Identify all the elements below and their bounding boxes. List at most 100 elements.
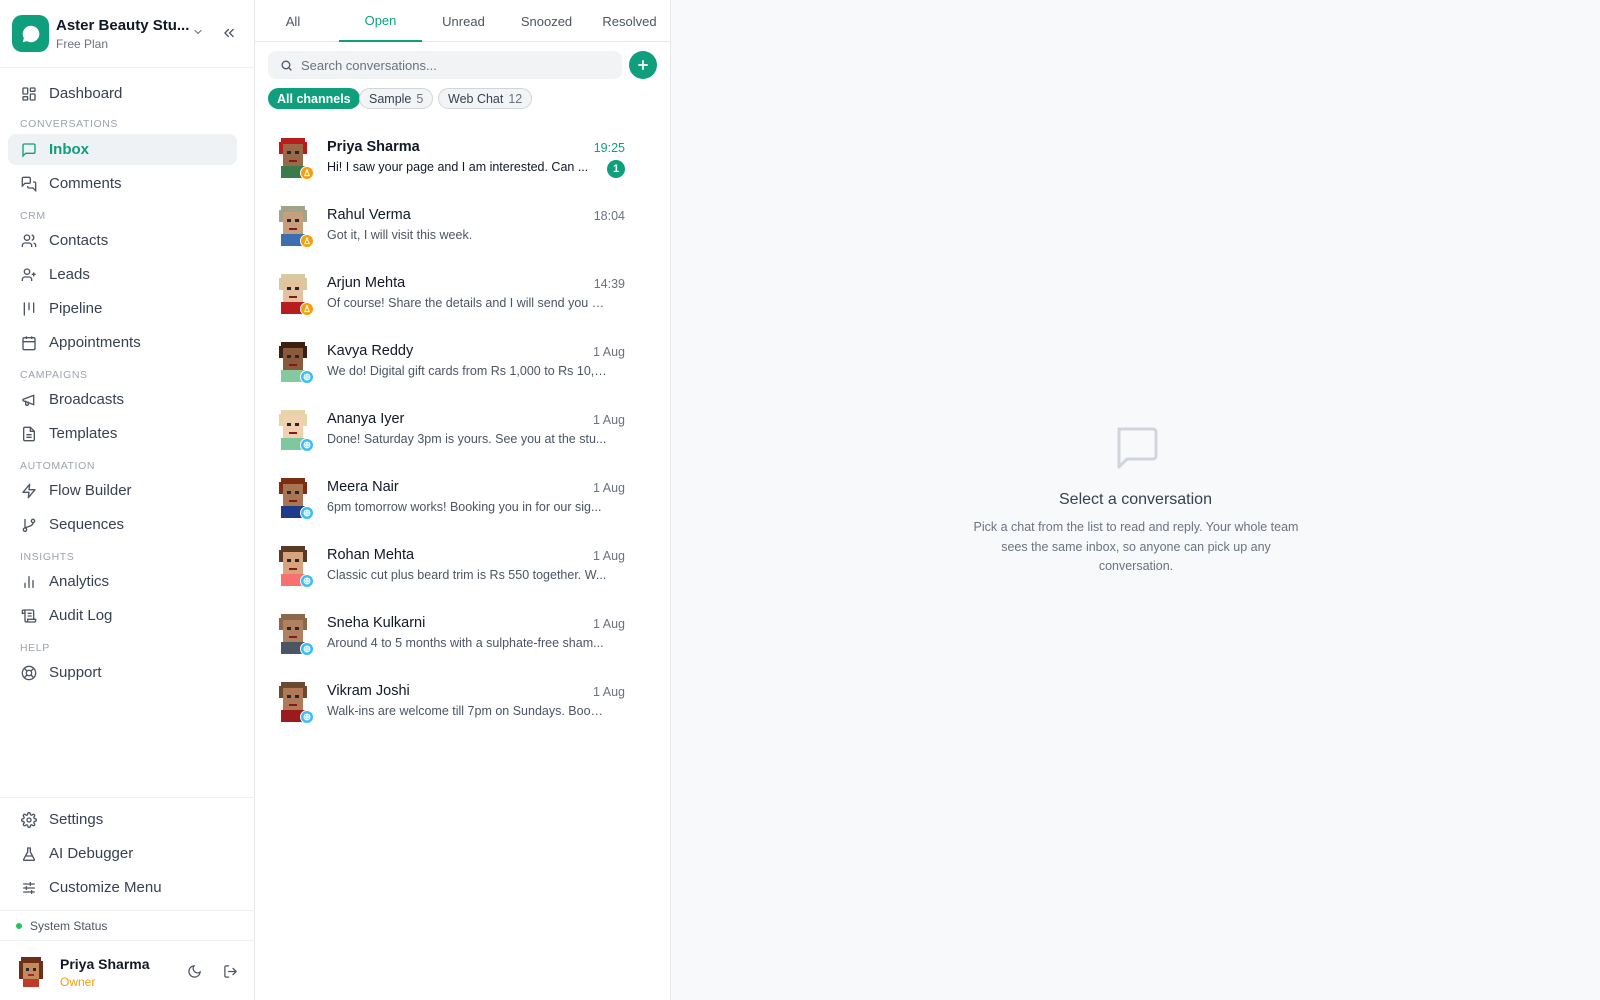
sidebar-item-label: Dashboard [49,85,123,102]
message-preview: Hi! I saw your page and I am interested.… [327,160,589,174]
sidebar-item-label: Contacts [49,232,109,249]
sidebar-item-dashboard[interactable]: Dashboard [8,78,237,109]
contact-name: Vikram Joshi [327,683,410,699]
comments-icon [20,175,38,193]
timestamp: 1 Aug [593,617,625,631]
empty-state-title: Select a conversation [1059,491,1212,508]
sidebar-item-appointments[interactable]: Appointments [8,327,237,358]
contact-name: Kavya Reddy [327,343,414,359]
workspace-plan: Free Plan [56,37,109,51]
section-label-insights: Insights [20,551,75,563]
collapse-sidebar-icon[interactable] [222,26,236,40]
conversation-row[interactable]: Arjun Mehta 14:39 Of course! Share the det… [255,264,671,332]
channel-filter-all[interactable]: All channels [268,88,360,109]
message-preview: 6pm tomorrow works! Booking you in for o… [327,500,602,514]
tab-unread[interactable]: Unread [422,0,505,42]
timestamp: 1 Aug [593,413,625,427]
users-icon [20,232,38,250]
timestamp: 19:25 [593,141,625,155]
sidebar-item-label: Sequences [49,516,125,533]
tab-open[interactable]: Open [339,0,422,42]
sidebar-item-templates[interactable]: Templates [8,418,237,449]
contact-name: Rahul Verma [327,207,411,223]
sidebar-item-leads[interactable]: Leads [8,259,237,290]
zap-icon [20,482,38,500]
sidebar-item-ai-debugger[interactable]: AI Debugger [8,838,237,869]
sidebar: Aster Beauty Stu... Free Plan Dashboard … [0,0,255,1000]
conversation-row[interactable]: Sneha Kulkarni 1 Aug Around 4 to 5 months … [255,604,671,672]
search-input[interactable] [301,57,601,73]
contact-name: Priya Sharma [327,139,420,155]
empty-state-description: Pick a chat from the list to read and re… [973,520,1299,573]
conversation-row[interactable]: Priya Sharma 19:25 Hi! I saw your page and… [255,128,671,196]
flask-icon [300,302,314,316]
message-preview: We do! Digital gift cards from Rs 1,000 … [327,364,609,378]
dashboard-icon [20,85,38,103]
sidebar-item-audit-log[interactable]: Audit Log [8,600,237,631]
file-text-icon [20,425,38,443]
conversation-row[interactable]: Rohan Mehta 1 Aug Classic cut plus beard t… [255,536,671,604]
sidebar-item-support[interactable]: Support [8,657,237,688]
conversation-row[interactable]: Meera Nair 1 Aug 6pm tomorrow works! Booki… [255,468,671,536]
chevron-down-icon[interactable] [192,26,204,38]
sidebar-item-settings[interactable]: Settings [8,804,237,835]
sidebar-item-sequences[interactable]: Sequences [8,509,237,540]
globe-icon [300,574,314,588]
sidebar-item-label: Support [49,664,102,681]
conversation-row[interactable]: Ananya Iyer 1 Aug Done! Saturday 3pm is yo… [255,400,671,468]
channel-filter-label: Web Chat [448,91,504,106]
timestamp: 14:39 [593,277,625,291]
sidebar-item-comments[interactable]: Comments [8,168,237,199]
contact-name: Meera Nair [327,479,399,495]
section-label-campaigns: Campaigns [20,369,88,381]
message-preview: Of course! Share the details and I will … [327,296,609,310]
timestamp: 18:04 [593,209,625,223]
globe-icon [300,438,314,452]
tab-resolved[interactable]: Resolved [588,0,671,42]
timestamp: 1 Aug [593,685,625,699]
user-role: Owner [60,975,96,989]
gear-icon [20,811,38,829]
globe-icon [300,642,314,656]
moon-icon[interactable] [187,964,202,979]
conversation-row[interactable]: Vikram Joshi 1 Aug Walk-ins are welcome ti… [255,672,671,740]
sliders-icon [20,879,38,897]
tab-all[interactable]: All [255,0,331,42]
workspace-switcher[interactable]: Aster Beauty Stu... Free Plan [0,0,255,68]
sidebar-item-label: AI Debugger [49,845,134,862]
status-tabs: All Open Unread Snoozed Resolved [255,0,671,42]
sidebar-item-label: Analytics [49,573,110,590]
sidebar-item-pipeline[interactable]: Pipeline [8,293,237,324]
timestamp: 1 Aug [593,549,625,563]
git-branch-icon [20,516,38,534]
conversation-row[interactable]: Kavya Reddy 1 Aug We do! Digital gift card… [255,332,671,400]
sidebar-item-inbox[interactable]: Inbox [8,134,237,165]
flask-icon [300,166,314,180]
sidebar-item-analytics[interactable]: Analytics [8,566,237,597]
scroll-icon [20,607,38,625]
sidebar-item-label: Broadcasts [49,391,125,408]
user-plus-icon [20,266,38,284]
logout-icon[interactable] [223,964,238,979]
conversation-row[interactable]: Rahul Verma 18:04 Got it, I will visit thi… [255,196,671,264]
sidebar-item-label: Appointments [49,334,141,351]
sidebar-item-label: Leads [49,266,90,283]
sidebar-item-contacts[interactable]: Contacts [8,225,237,256]
message-preview: Walk-ins are welcome till 7pm on Sundays… [327,704,609,718]
channel-filter-web-chat[interactable]: Web Chat 12 [438,88,533,109]
flask-icon [300,234,314,248]
tab-snoozed[interactable]: Snoozed [505,0,588,42]
sidebar-item-label: Audit Log [49,607,113,624]
conversation-view: Select a conversation Pick a chat from t… [671,0,1600,1000]
message-preview: Classic cut plus beard trim is Rs 550 to… [327,568,607,582]
sidebar-item-broadcasts[interactable]: Broadcasts [8,384,237,415]
channel-filter-sample[interactable]: Sample 5 [359,88,434,109]
plus-icon [638,60,648,70]
sidebar-item-customize-menu[interactable]: Customize Menu [8,872,237,903]
avatar[interactable] [16,955,46,987]
system-status[interactable]: System Status [0,910,255,940]
new-conversation-button[interactable] [629,51,657,79]
sidebar-divider [0,797,255,798]
sidebar-item-flow-builder[interactable]: Flow Builder [8,475,237,506]
section-label-conversations: Conversations [20,118,119,130]
